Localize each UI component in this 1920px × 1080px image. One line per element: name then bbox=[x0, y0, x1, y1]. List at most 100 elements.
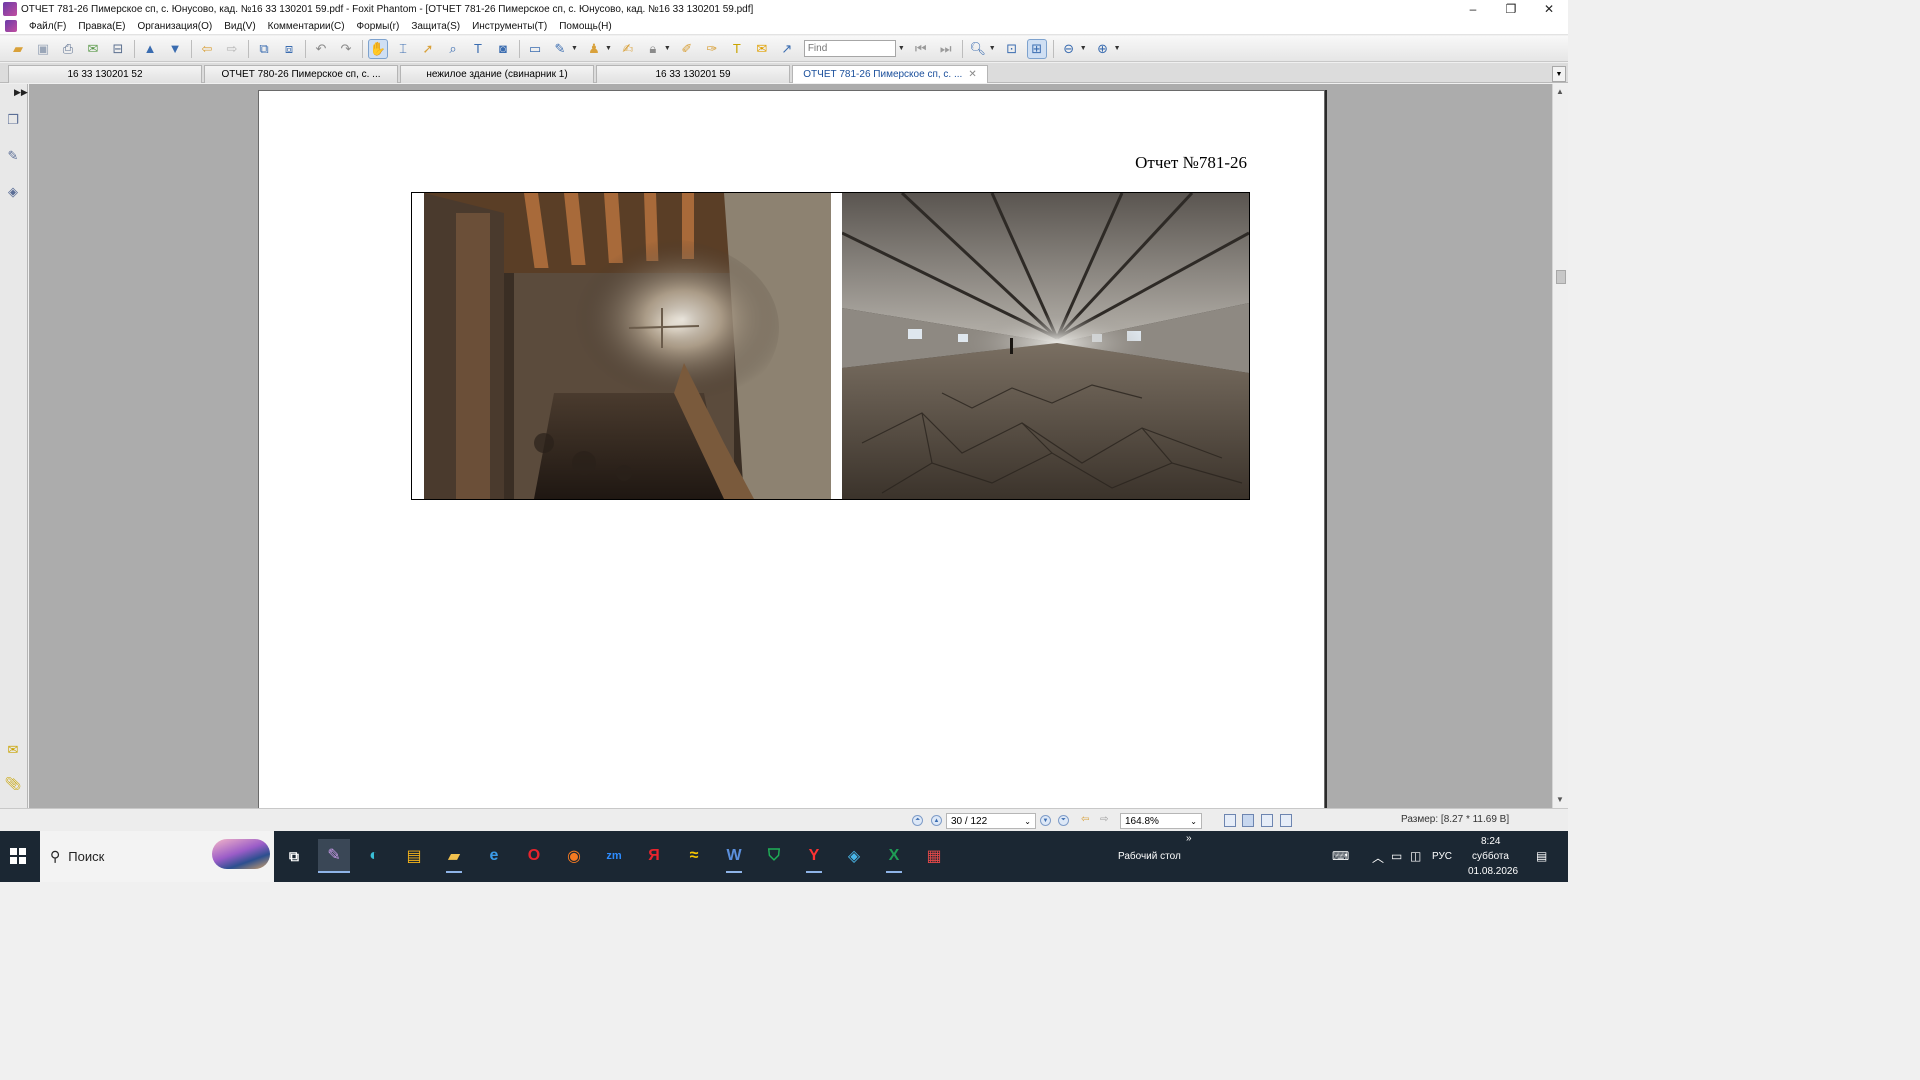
vertical-scrollbar[interactable]: ▲ ▼ bbox=[1552, 84, 1568, 808]
clock-day[interactable]: суббота bbox=[1472, 851, 1509, 862]
yandex-browser-taskbar-icon[interactable]: Y bbox=[798, 839, 830, 873]
internet-explorer-taskbar-icon[interactable]: e bbox=[478, 839, 510, 873]
textbox-icon[interactable]: T bbox=[727, 39, 747, 59]
menu-view[interactable]: Вид(V) bbox=[218, 21, 261, 32]
camera-icon[interactable]: ◙ bbox=[493, 39, 513, 59]
device-icon[interactable]: ▭ bbox=[1391, 849, 1402, 863]
redo-icon[interactable]: ↷ bbox=[336, 39, 356, 59]
previous-page-icon[interactable]: ▲ bbox=[931, 815, 942, 826]
find-previous-icon[interactable]: ⏮ bbox=[911, 39, 931, 59]
notification-icon[interactable]: ▤ bbox=[1536, 849, 1547, 863]
page-down-icon[interactable]: ▼ bbox=[165, 39, 185, 59]
taskbar-overflow-icon[interactable]: » bbox=[1186, 833, 1192, 844]
typewriter-icon[interactable]: T bbox=[468, 39, 488, 59]
forward-icon[interactable]: ⇨ bbox=[222, 39, 242, 59]
zoom-in-icon[interactable]: 🔍︎ bbox=[968, 39, 988, 59]
insert-pages-icon[interactable]: ⧉ bbox=[254, 39, 274, 59]
tab-doc-5-active[interactable]: ОТЧЕТ 781-26 Пимерское сп, с. ... ✕ bbox=[792, 65, 988, 83]
fit-width-icon[interactable]: ⊞ bbox=[1026, 38, 1047, 59]
undo-icon[interactable]: ↶ bbox=[311, 39, 331, 59]
tab-doc-3[interactable]: нежилое здание (свинарник 1) bbox=[400, 65, 594, 83]
restore-button[interactable]: ❐ bbox=[1492, 0, 1530, 18]
menu-edit[interactable]: Правка(E) bbox=[72, 21, 131, 32]
back-icon[interactable]: ⇦ bbox=[197, 39, 217, 59]
firefox-taskbar-icon[interactable]: ◉ bbox=[558, 839, 590, 873]
snapshot-icon[interactable]: ⌕ bbox=[443, 39, 463, 59]
print-icon[interactable]: ⎙ bbox=[58, 39, 78, 59]
single-page-view-icon[interactable] bbox=[1224, 814, 1236, 827]
kaspersky-taskbar-icon[interactable]: ⛉ bbox=[758, 839, 790, 873]
scroll-up-icon[interactable]: ▲ bbox=[1556, 87, 1564, 96]
taskbar-search[interactable]: ⚲ Поиск bbox=[40, 831, 274, 882]
last-page-icon[interactable]: ⏷ bbox=[1058, 815, 1069, 826]
network-icon[interactable]: ◫ bbox=[1410, 849, 1421, 863]
red-app-taskbar-icon[interactable]: ▦ bbox=[918, 839, 950, 873]
zoom-plus-dropdown-icon[interactable]: ▼ bbox=[1114, 45, 1121, 52]
expand-panel-icon[interactable]: ▶▶ bbox=[14, 87, 28, 98]
zoom-out-icon[interactable]: ⊖ bbox=[1059, 39, 1079, 59]
zoom-out-dropdown-icon[interactable]: ▼ bbox=[1080, 45, 1087, 52]
foxit-app-icon[interactable] bbox=[3, 2, 17, 16]
menu-comments[interactable]: Комментарии(C) bbox=[262, 21, 351, 32]
find-next-icon[interactable]: ⏭ bbox=[936, 39, 956, 59]
scroll-thumb[interactable] bbox=[1556, 270, 1566, 284]
history-back-icon[interactable]: ⇦ bbox=[1081, 814, 1089, 825]
edit-icon[interactable]: ✎ bbox=[550, 39, 570, 59]
beeline-taskbar-icon[interactable]: ≈ bbox=[678, 839, 710, 873]
next-page-icon[interactable]: ▼ bbox=[1040, 815, 1051, 826]
clock-date[interactable]: 01.08.2026 bbox=[1468, 866, 1518, 877]
comment-icon[interactable]: ✉ bbox=[752, 39, 772, 59]
history-forward-icon[interactable]: ⇨ bbox=[1100, 814, 1108, 825]
stamp-dropdown-icon[interactable]: ▼ bbox=[605, 45, 612, 52]
email-icon[interactable]: ✉ bbox=[83, 39, 103, 59]
facing-view-icon[interactable] bbox=[1261, 814, 1273, 827]
comments-panel-icon[interactable]: ✉ bbox=[4, 740, 22, 760]
menu-tools[interactable]: Инструменты(T) bbox=[466, 21, 553, 32]
continuous-view-icon[interactable] bbox=[1242, 814, 1254, 827]
desktop-toolbar-label[interactable]: Рабочий стол bbox=[1118, 851, 1181, 862]
clock-time[interactable]: 8:24 bbox=[1481, 836, 1500, 847]
select-text-icon[interactable]: ⌶ bbox=[393, 39, 413, 59]
attachments-panel-icon[interactable]: 📎︎ bbox=[4, 774, 22, 794]
first-page-icon[interactable]: ⏶ bbox=[912, 815, 923, 826]
sign-icon[interactable]: ✍ bbox=[618, 39, 638, 59]
excel-taskbar-icon[interactable]: X bbox=[878, 839, 910, 873]
opera-taskbar-icon[interactable]: O bbox=[518, 839, 550, 873]
page-dropdown-icon[interactable]: ⌄ bbox=[1024, 817, 1031, 826]
tab-close-icon[interactable]: ✕ bbox=[968, 69, 976, 80]
zoom-taskbar-icon[interactable]: zm bbox=[598, 839, 630, 873]
rectangle-icon[interactable]: ▭ bbox=[525, 39, 545, 59]
page-number-field[interactable]: 30 / 122 ⌄ bbox=[946, 813, 1036, 829]
find-input[interactable] bbox=[803, 40, 896, 57]
zoom-plus-icon[interactable]: ⊕ bbox=[1093, 39, 1113, 59]
lock-icon[interactable]: 🔒︎ bbox=[643, 39, 663, 59]
select-object-icon[interactable]: ➚ bbox=[418, 39, 438, 59]
page-up-icon[interactable]: ▲ bbox=[140, 39, 160, 59]
zoom-value-dropdown-icon[interactable]: ⌄ bbox=[1190, 817, 1197, 826]
minimize-button[interactable]: – bbox=[1454, 0, 1492, 18]
zoom-field[interactable]: 164.8% ⌄ bbox=[1120, 813, 1202, 829]
edge-taskbar-icon[interactable]: ◐ bbox=[358, 839, 390, 873]
continuous-facing-view-icon[interactable] bbox=[1280, 814, 1292, 827]
file-explorer-taskbar-icon[interactable]: ▰ bbox=[438, 839, 470, 873]
arrow-icon[interactable]: ↗ bbox=[777, 39, 797, 59]
language-indicator[interactable]: РУС bbox=[1432, 851, 1452, 862]
task-view-icon[interactable]: ⧉ bbox=[278, 839, 310, 873]
foxit-phantom-taskbar-icon[interactable]: ✎ bbox=[318, 839, 350, 873]
tray-chevron-icon[interactable]: ︿ bbox=[1372, 849, 1384, 866]
word-taskbar-icon[interactable]: W bbox=[718, 839, 750, 873]
pages-panel-icon[interactable]: ❐ bbox=[4, 110, 22, 130]
tab-list-dropdown-icon[interactable]: ▼ bbox=[1552, 66, 1566, 82]
menu-help[interactable]: Помощь(H) bbox=[553, 21, 618, 32]
scan-icon[interactable]: ⊟ bbox=[108, 39, 128, 59]
save-icon[interactable]: ▣ bbox=[33, 39, 53, 59]
bookmarks-panel-icon[interactable]: ✎ bbox=[4, 146, 22, 166]
highlight-icon[interactable]: ✐ bbox=[677, 39, 697, 59]
menu-forms[interactable]: Формы(r) bbox=[351, 21, 406, 32]
extract-pages-icon[interactable]: ⧈ bbox=[279, 39, 299, 59]
stamp-icon[interactable]: ♟ bbox=[584, 39, 604, 59]
document-view[interactable]: Отчет №781-26 bbox=[29, 84, 1552, 820]
menu-organize[interactable]: Организация(O) bbox=[131, 21, 218, 32]
open-icon[interactable]: ▰ bbox=[8, 39, 28, 59]
document-menu-icon[interactable] bbox=[5, 20, 17, 32]
